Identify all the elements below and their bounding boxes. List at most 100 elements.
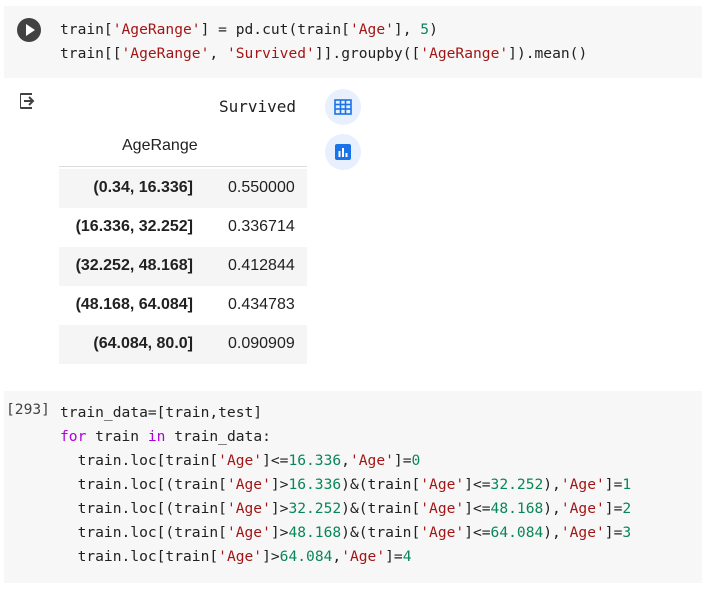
code-token: 3 bbox=[622, 524, 632, 541]
code-editor-2[interactable]: train_data=[train,test]for train in trai… bbox=[60, 401, 631, 569]
run-cell-button[interactable] bbox=[17, 18, 41, 42]
row-value: 0.412844 bbox=[228, 257, 295, 274]
header-divider bbox=[59, 166, 307, 167]
code-token: , bbox=[209, 45, 227, 62]
code-token: 'AgeRange' bbox=[112, 21, 201, 38]
convert-to-interactive-table-button[interactable] bbox=[325, 89, 361, 125]
code-token: 48.168 bbox=[288, 524, 342, 541]
code-token: , bbox=[332, 548, 342, 565]
code-token: ), bbox=[543, 524, 561, 541]
code-token: 64.084 bbox=[279, 548, 333, 565]
code-cell-1[interactable]: train['AgeRange'] = pd.cut(train['Age'],… bbox=[4, 6, 702, 78]
table-row: (32.252, 48.168] 0.412844 bbox=[59, 247, 307, 286]
code-token: train.loc[(train[ bbox=[60, 500, 227, 517]
row-value: 0.434783 bbox=[228, 296, 295, 313]
code-token: ]> bbox=[270, 476, 289, 493]
column-header-survived: Survived bbox=[219, 97, 297, 116]
row-value: 0.550000 bbox=[228, 179, 295, 196]
code-token: ]= bbox=[604, 500, 623, 517]
code-token: 'Age' bbox=[226, 524, 271, 541]
code-token: 'AgeRange' bbox=[420, 45, 509, 62]
code-token: 'Age' bbox=[349, 21, 394, 38]
code-line: train[[ 'AgeRange', 'Survived']].groupby(… bbox=[60, 42, 587, 66]
code-token: 'Survived' bbox=[226, 45, 315, 62]
table-row: (0.34, 16.336] 0.550000 bbox=[59, 169, 307, 208]
table-row: (48.168, 64.084] 0.434783 bbox=[59, 286, 307, 325]
code-token: ]> bbox=[262, 548, 280, 565]
code-token: 48.168 bbox=[490, 500, 544, 517]
code-token: 'Age' bbox=[226, 476, 271, 493]
row-value: 0.336714 bbox=[228, 218, 295, 235]
code-token: )&(train[ bbox=[341, 476, 421, 493]
code-token: ]].groupby([ bbox=[314, 45, 421, 62]
code-line: train_data=[train,test] bbox=[60, 401, 631, 425]
code-token: train.loc[train[ bbox=[60, 548, 219, 565]
code-token: train[ bbox=[60, 21, 113, 38]
code-token: 'Age' bbox=[218, 452, 263, 469]
code-token: 5 bbox=[420, 21, 430, 38]
code-line: train.loc[(train['Age']>32.252)&(train['… bbox=[60, 497, 632, 521]
code-token: for bbox=[60, 428, 87, 445]
code-token: train.loc[(train[ bbox=[60, 476, 227, 493]
code-token: 32.252 bbox=[490, 476, 544, 493]
code-token: 'Age' bbox=[560, 524, 605, 541]
code-token: 16.336 bbox=[288, 476, 342, 493]
code-token: )&(train[ bbox=[341, 524, 421, 541]
code-token: ), bbox=[543, 500, 561, 517]
row-index: (16.336, 32.252] bbox=[75, 218, 193, 235]
code-token: 'Age' bbox=[226, 500, 271, 517]
code-token: train[[ bbox=[60, 45, 122, 62]
code-token: )&(train[ bbox=[341, 500, 421, 517]
code-token: ) bbox=[429, 21, 438, 38]
code-cell-2[interactable]: [293] train_data=[train,test]for train i… bbox=[4, 391, 702, 583]
code-token: ), bbox=[543, 476, 561, 493]
code-token: 0 bbox=[411, 452, 421, 469]
code-line: train.loc[(train['Age']>16.336)&(train['… bbox=[60, 473, 632, 497]
code-token: 2 bbox=[622, 500, 632, 517]
code-token: 'Age' bbox=[560, 500, 605, 517]
code-token: train_data=[train,test] bbox=[60, 404, 263, 421]
row-index: (0.34, 16.336] bbox=[93, 179, 193, 196]
suggest-charts-button[interactable] bbox=[325, 134, 361, 170]
code-line: train.loc[(train['Age']>48.168)&(train['… bbox=[60, 521, 632, 545]
code-token: 'Age' bbox=[420, 476, 465, 493]
code-line: train.loc[train['Age']<=16.336,'Age']=0 bbox=[60, 449, 631, 473]
code-token: 'Age' bbox=[341, 548, 386, 565]
table-row: (16.336, 32.252] 0.336714 bbox=[59, 208, 307, 247]
code-editor-1[interactable]: train['AgeRange'] = pd.cut(train['Age'],… bbox=[60, 18, 587, 66]
code-token: 'Age' bbox=[349, 452, 394, 469]
row-index: (48.168, 64.084] bbox=[75, 296, 193, 313]
execution-count: [293] bbox=[6, 401, 50, 418]
code-token: ]<= bbox=[262, 452, 289, 469]
code-token: in bbox=[147, 428, 166, 445]
code-token: 'Age' bbox=[420, 524, 465, 541]
code-token: 'Age' bbox=[560, 476, 605, 493]
code-line: train['AgeRange'] = pd.cut(train['Age'],… bbox=[60, 18, 587, 42]
code-token: train.loc[train[ bbox=[60, 452, 219, 469]
code-token: ]<= bbox=[464, 524, 491, 541]
code-token: ]).mean() bbox=[508, 45, 588, 62]
code-token: ]<= bbox=[464, 500, 491, 517]
code-token: , bbox=[341, 452, 350, 469]
code-token: train_data: bbox=[165, 428, 271, 445]
code-token: ]<= bbox=[464, 476, 491, 493]
code-token: ]= bbox=[604, 476, 623, 493]
row-value: 0.090909 bbox=[228, 335, 295, 352]
code-token: 'Age' bbox=[420, 500, 465, 517]
output-icon[interactable] bbox=[16, 89, 40, 113]
row-index: (32.252, 48.168] bbox=[75, 257, 193, 274]
code-token: ]= bbox=[393, 452, 412, 469]
row-index: (64.084, 80.0] bbox=[93, 335, 193, 352]
play-icon bbox=[26, 24, 35, 36]
code-token: 64.084 bbox=[490, 524, 544, 541]
code-token: 32.252 bbox=[288, 500, 342, 517]
code-token: train.loc[(train[ bbox=[60, 524, 227, 541]
table-icon bbox=[334, 99, 352, 115]
code-line: for train in train_data: bbox=[60, 425, 631, 449]
code-token: ]> bbox=[270, 524, 289, 541]
code-token: 4 bbox=[402, 548, 412, 565]
code-token: ], bbox=[393, 21, 421, 38]
code-token: 1 bbox=[622, 476, 632, 493]
code-token: ]> bbox=[270, 500, 289, 517]
code-token: train bbox=[86, 428, 148, 445]
